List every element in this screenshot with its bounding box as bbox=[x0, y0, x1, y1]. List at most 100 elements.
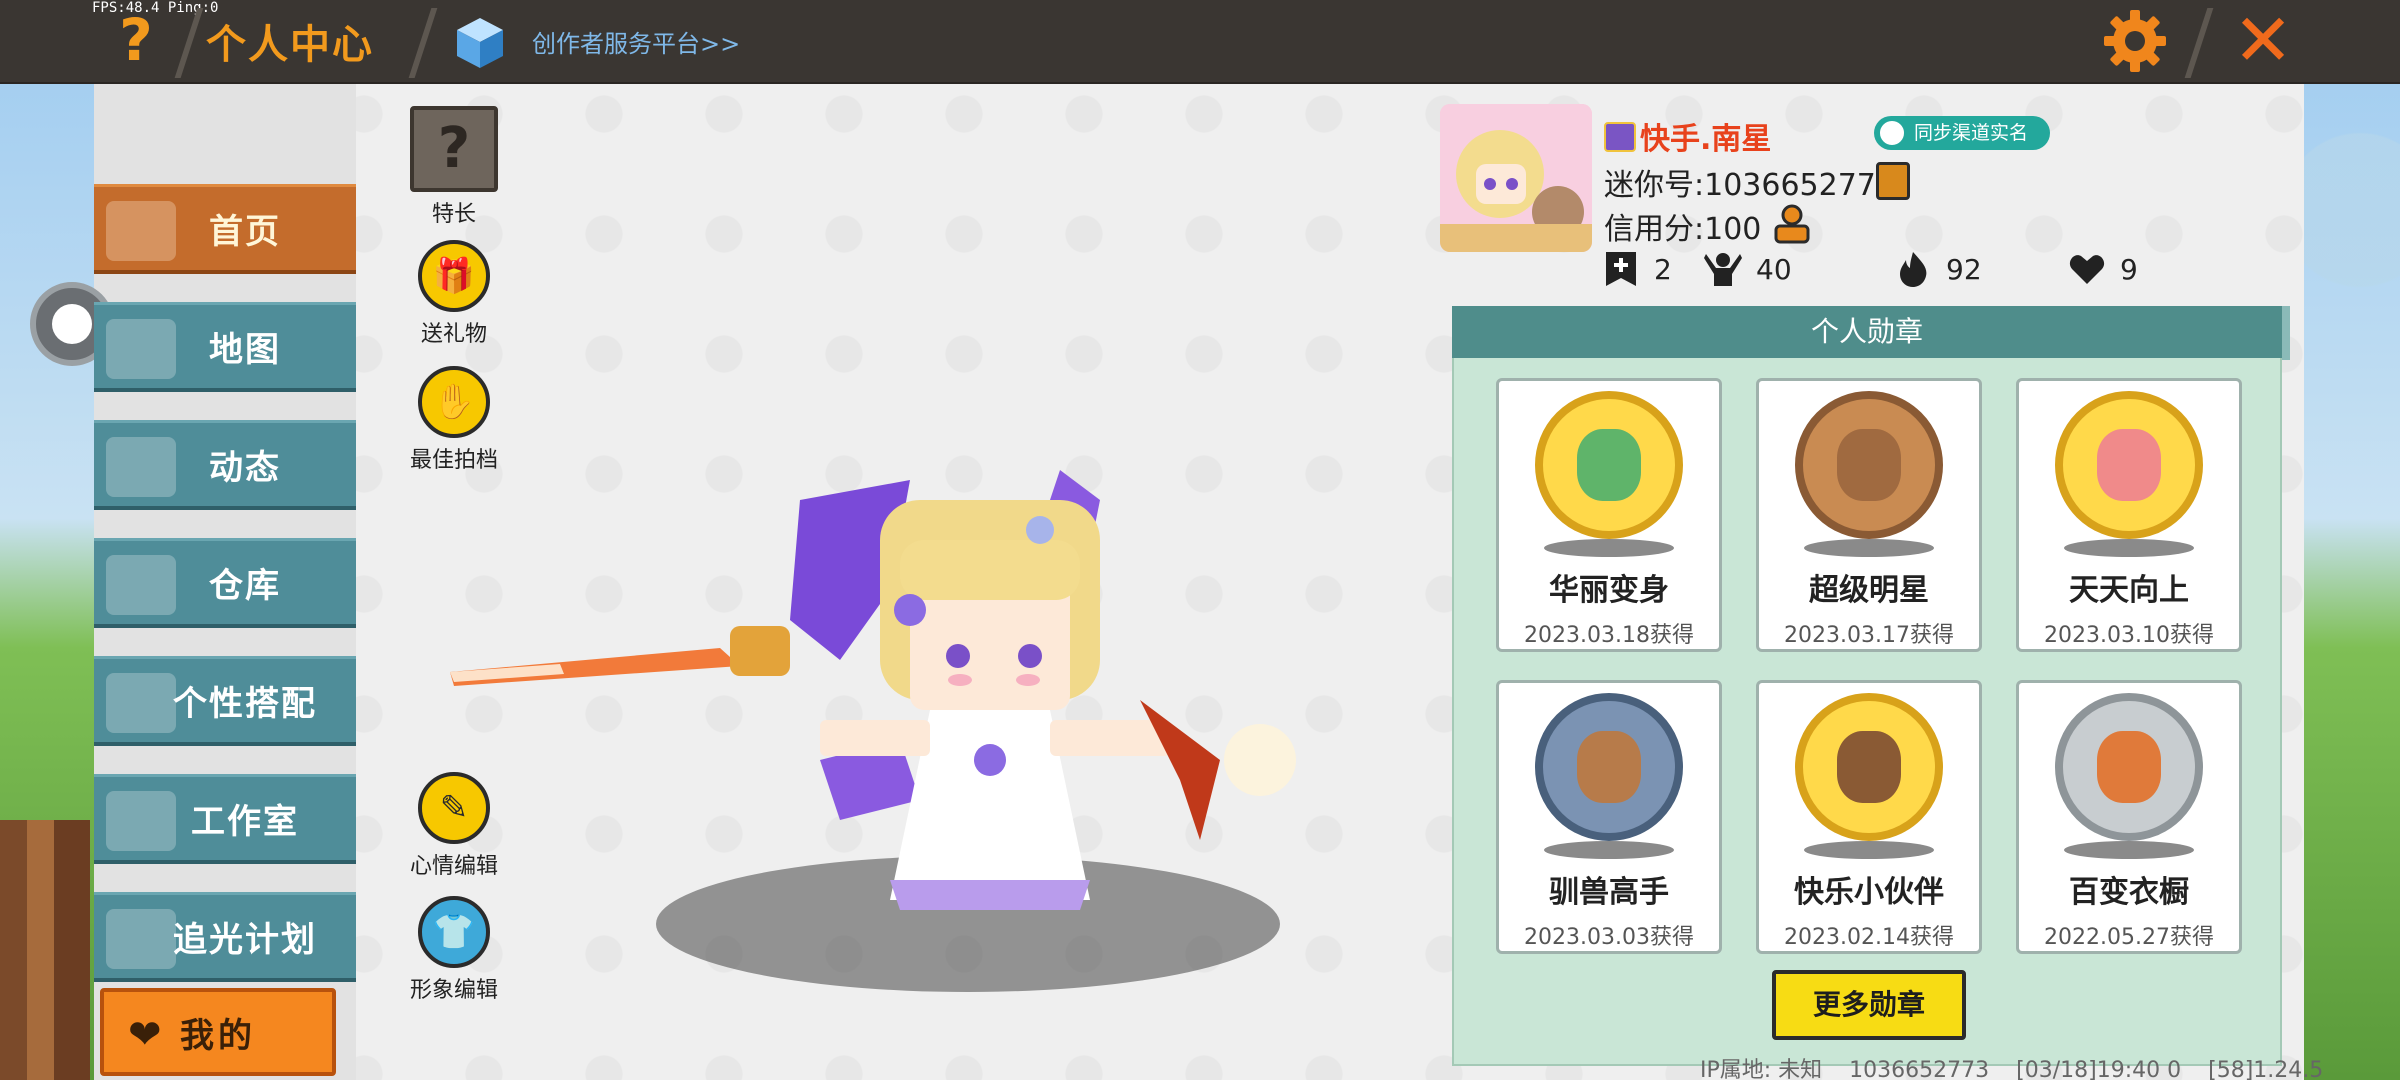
flame-icon bbox=[1900, 252, 1927, 287]
picture-icon bbox=[106, 319, 176, 379]
nav-label: 动态 bbox=[209, 448, 281, 488]
profile-avatar[interactable] bbox=[1440, 104, 1592, 252]
footer-info: IP属地: 未知 1036652773 [03/18]19:40 0 [58]1… bbox=[1700, 1052, 2343, 1080]
medal-icon bbox=[1535, 693, 1683, 841]
credit-score: 信用分:100 bbox=[1604, 212, 1762, 247]
gift-label: 送礼物 bbox=[420, 322, 487, 347]
badge-card[interactable]: 天天向上 2023.03.10获得 bbox=[2016, 378, 2242, 652]
help-icon[interactable]: ? bbox=[108, 10, 164, 70]
stat-fans-value: 40 bbox=[1756, 252, 1792, 286]
nickname: 快手.南星 bbox=[1640, 122, 1772, 157]
nav-mine-button[interactable]: ❤ 我的 bbox=[100, 988, 336, 1076]
stat-heat-value: 92 bbox=[1946, 252, 1982, 286]
house-icon bbox=[106, 555, 176, 615]
nav-light-chase[interactable]: 追光计划 bbox=[94, 892, 356, 982]
medal-pedestal bbox=[1804, 539, 1934, 557]
stat-likes-value: 9 bbox=[2120, 252, 2138, 286]
nav-label: 工作室 bbox=[191, 802, 299, 842]
nav-home[interactable]: 首页 bbox=[94, 184, 356, 274]
stat-adds[interactable]: 2 bbox=[1602, 250, 1672, 288]
gift-action[interactable]: 🎁 送礼物 bbox=[394, 240, 514, 348]
star-icon bbox=[106, 909, 176, 969]
cube-icon[interactable] bbox=[455, 16, 505, 70]
vip-icon bbox=[1604, 122, 1636, 152]
badge-card[interactable]: 超级明星 2023.03.17获得 bbox=[1756, 378, 1982, 652]
medal-icon bbox=[2055, 391, 2203, 539]
stat-likes[interactable]: 9 bbox=[2068, 250, 2138, 288]
badge-card[interactable]: 驯兽高手 2023.03.03获得 bbox=[1496, 680, 1722, 954]
tree-scenery bbox=[2300, 90, 2400, 390]
gear-icon[interactable] bbox=[2102, 8, 2168, 74]
footer-version: [58]1.24.5 bbox=[2208, 1058, 2324, 1080]
handshake-icon: ✋ bbox=[418, 366, 490, 438]
badges-header: 个人勋章 bbox=[1452, 306, 2282, 358]
avatar-edit-label: 形象编辑 bbox=[409, 978, 498, 1003]
divider bbox=[408, 8, 438, 78]
nav-mine-label: 我的 bbox=[180, 1015, 256, 1056]
player-avatar[interactable] bbox=[440, 460, 1300, 940]
nav-label: 个性搭配 bbox=[173, 684, 317, 724]
badge-name: 驯兽高手 bbox=[1549, 875, 1669, 910]
badge-date: 2023.02.14获得 bbox=[1784, 925, 1954, 950]
stat-heat[interactable]: 92 bbox=[1894, 250, 1982, 288]
badge-card[interactable]: 百变衣橱 2022.05.27获得 bbox=[2016, 680, 2242, 954]
heart-icon: ❤ bbox=[128, 1012, 166, 1058]
person-icon bbox=[1878, 119, 1906, 147]
nav-activity[interactable]: 动态 bbox=[94, 420, 356, 510]
stat-fans[interactable]: 40 bbox=[1704, 250, 1792, 288]
footer-timestamp: [03/18]19:40 0 bbox=[2016, 1058, 2182, 1080]
nav-map[interactable]: 地图 bbox=[94, 302, 356, 392]
mini-id: 迷你号:1036652773 bbox=[1604, 168, 1895, 203]
medal-icon bbox=[1795, 693, 1943, 841]
sync-realname-button[interactable]: 同步渠道实名 bbox=[1874, 116, 2050, 150]
medal-pedestal bbox=[2064, 539, 2194, 557]
more-badges-button[interactable]: 更多勋章 bbox=[1772, 970, 1966, 1040]
badge-name: 华丽变身 bbox=[1549, 573, 1669, 608]
nav-studio[interactable]: 工作室 bbox=[94, 774, 356, 864]
top-bar: FPS:48.4 Ping:0 ? 个人中心 创作者服务平台>> ✕ bbox=[0, 0, 2400, 84]
ip-location: IP属地: 未知 bbox=[1700, 1058, 1823, 1080]
sync-label: 同步渠道实名 bbox=[1914, 122, 2029, 144]
nav-warehouse[interactable]: 仓库 bbox=[94, 538, 356, 628]
gift-icon: 🎁 bbox=[418, 240, 490, 312]
stat-adds-value: 2 bbox=[1654, 252, 1672, 286]
nav-label: 首页 bbox=[209, 212, 281, 252]
badge-name: 超级明星 bbox=[1809, 573, 1929, 608]
bell-icon bbox=[106, 437, 176, 497]
nav-label: 地图 bbox=[209, 330, 281, 370]
creator-platform-link[interactable]: 创作者服务平台>> bbox=[532, 24, 740, 59]
character-icon bbox=[106, 673, 176, 733]
skill-action[interactable]: ? 特长 bbox=[394, 106, 514, 228]
medal-pedestal bbox=[1804, 841, 1934, 859]
nav-label: 追光计划 bbox=[173, 920, 317, 960]
badge-name: 快乐小伙伴 bbox=[1794, 875, 1944, 910]
nav-outfit[interactable]: 个性搭配 bbox=[94, 656, 356, 746]
bookmark-plus-icon bbox=[1606, 252, 1636, 286]
block-scenery bbox=[0, 820, 90, 1080]
badge-date: 2023.03.03获得 bbox=[1524, 925, 1694, 950]
badge-card[interactable]: 快乐小伙伴 2023.02.14获得 bbox=[1756, 680, 1982, 954]
skill-label: 特长 bbox=[431, 202, 476, 227]
house-icon bbox=[106, 201, 176, 261]
badge-date: 2023.03.17获得 bbox=[1784, 623, 1954, 648]
badge-date: 2022.05.27获得 bbox=[2044, 925, 2214, 950]
badge-card[interactable]: 华丽变身 2023.03.18获得 bbox=[1496, 378, 1722, 652]
question-icon: ? bbox=[410, 106, 498, 192]
tree-icon bbox=[106, 791, 176, 851]
divider bbox=[174, 8, 204, 78]
footer-uid: 1036652773 bbox=[1849, 1058, 1990, 1080]
copy-icon[interactable] bbox=[1876, 162, 1910, 200]
best-partner-action[interactable]: ✋ 最佳拍档 bbox=[394, 366, 514, 474]
cheering-person-icon bbox=[1704, 253, 1742, 286]
medal-icon bbox=[1795, 391, 1943, 539]
badge-name: 天天向上 bbox=[2069, 573, 2189, 608]
medal-pedestal bbox=[1544, 841, 1674, 859]
medal-icon bbox=[2055, 693, 2203, 841]
badge-date: 2023.03.10获得 bbox=[2044, 623, 2214, 648]
badge-name: 百变衣橱 bbox=[2069, 875, 2189, 910]
page-title: 个人中心 bbox=[206, 22, 374, 68]
scrollbar[interactable] bbox=[2282, 306, 2290, 360]
heart-icon bbox=[2069, 255, 2105, 284]
close-icon[interactable]: ✕ bbox=[2228, 4, 2298, 76]
id-card-icon[interactable] bbox=[1770, 202, 1814, 246]
